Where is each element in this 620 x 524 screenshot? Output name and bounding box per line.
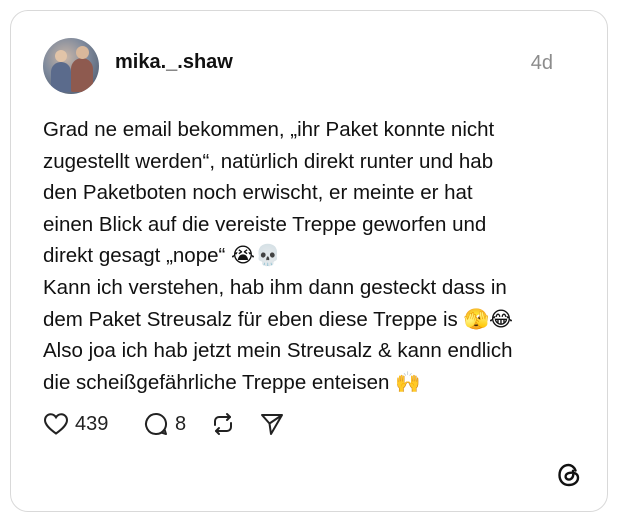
post-card: mika._.shaw 4d Grad ne email bekommen, „… [10, 10, 608, 512]
repost-icon [214, 413, 232, 435]
avatar[interactable] [43, 38, 99, 94]
reply-button[interactable]: 8 [143, 409, 186, 439]
timestamp: 4d [530, 52, 553, 74]
send-icon [261, 414, 283, 435]
speech-bubble-icon [145, 412, 168, 435]
heart-icon [43, 413, 69, 435]
like-count: 439 [75, 412, 109, 435]
username[interactable]: mika._.shaw [115, 51, 233, 74]
post-text: Grad ne email bekommen, „ihr Paket konnt… [43, 118, 513, 394]
repost-button[interactable] [210, 409, 236, 439]
threads-logo-icon [555, 461, 583, 494]
like-button[interactable]: 439 [43, 409, 108, 439]
share-button[interactable] [259, 409, 285, 439]
reply-count: 8 [175, 412, 187, 435]
